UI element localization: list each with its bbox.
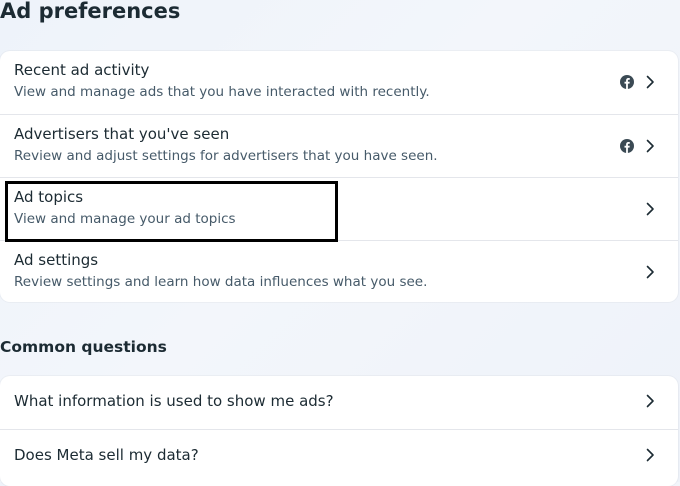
- chevron-right-icon: [646, 75, 654, 89]
- row-title: Advertisers that you've seen: [14, 125, 230, 143]
- row-description: Review settings and learn how data influ…: [14, 274, 428, 290]
- question-title: Does Meta sell my data?: [14, 446, 199, 464]
- facebook-icon: [620, 139, 634, 153]
- common-questions-heading: Common questions: [0, 338, 167, 356]
- row-title: Ad settings: [14, 251, 99, 269]
- question-title: What information is used to show me ads?: [14, 392, 334, 410]
- chevron-right-icon: [646, 202, 654, 216]
- row-title: Ad topics: [14, 188, 84, 206]
- row-description: Review and adjust settings for advertise…: [14, 148, 438, 164]
- chevron-right-icon: [646, 448, 654, 462]
- row-title: Recent ad activity: [14, 61, 150, 79]
- row-description: View and manage your ad topics: [14, 211, 236, 227]
- ad-preferences-list: Recent ad activity View and manage ads t…: [0, 51, 678, 302]
- advertisers-seen-row[interactable]: Advertisers that you've seen Review and …: [0, 114, 678, 177]
- ad-topics-row[interactable]: Ad topics View and manage your ad topics: [0, 177, 678, 240]
- question-info-used-row[interactable]: What information is used to show me ads?: [0, 376, 678, 429]
- row-description: View and manage ads that you have intera…: [14, 84, 430, 100]
- page-title: Ad preferences: [0, 0, 181, 23]
- chevron-right-icon: [646, 139, 654, 153]
- chevron-right-icon: [646, 265, 654, 279]
- ad-settings-row[interactable]: Ad settings Review settings and learn ho…: [0, 240, 678, 302]
- common-questions-list: What information is used to show me ads?…: [0, 376, 678, 486]
- question-sell-data-row[interactable]: Does Meta sell my data?: [0, 429, 678, 482]
- chevron-right-icon: [646, 394, 654, 408]
- facebook-icon: [620, 75, 634, 89]
- recent-ad-activity-row[interactable]: Recent ad activity View and manage ads t…: [0, 51, 678, 114]
